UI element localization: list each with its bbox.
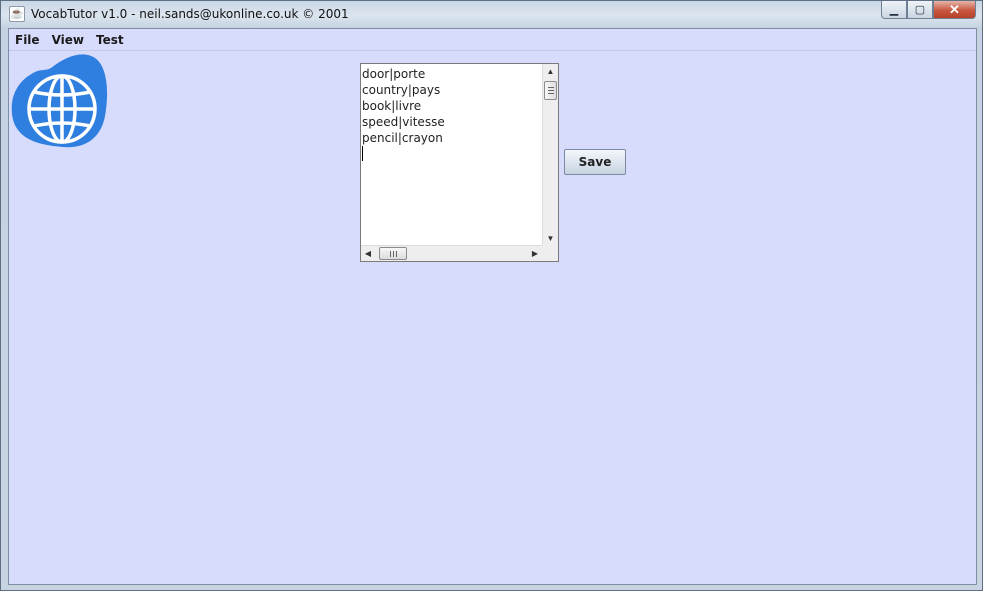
vocab-line: door|porte bbox=[362, 67, 426, 81]
title-bar[interactable]: ☕ VocabTutor v1.0 - neil.sands@ukonline.… bbox=[1, 1, 982, 27]
text-caret-line bbox=[362, 146, 542, 162]
vocab-line: country|pays bbox=[362, 83, 441, 97]
scroll-right-arrow-icon[interactable]: ▶ bbox=[528, 246, 542, 261]
vocab-text-content[interactable]: door|porte country|pays book|livre speed… bbox=[361, 64, 542, 245]
horizontal-scroll-thumb[interactable] bbox=[379, 247, 407, 260]
menu-test[interactable]: Test bbox=[96, 33, 124, 47]
close-button[interactable]: ✕ bbox=[933, 1, 976, 19]
java-app-icon[interactable]: ☕ bbox=[9, 6, 25, 22]
text-caret bbox=[362, 146, 363, 161]
vocab-line: speed|vitesse bbox=[362, 115, 445, 129]
maximize-button[interactable]: ▢ bbox=[907, 1, 933, 19]
menu-bar: File View Test bbox=[9, 29, 976, 51]
vocab-line: pencil|crayon bbox=[362, 131, 443, 145]
client-area: File View Test door|porte country|pays b… bbox=[8, 28, 977, 585]
menu-view[interactable]: View bbox=[52, 33, 84, 47]
globe-icon bbox=[11, 54, 108, 148]
close-icon: ✕ bbox=[949, 1, 960, 17]
window-controls: ▁ ▢ ✕ bbox=[881, 1, 976, 19]
vocab-line: book|livre bbox=[362, 99, 422, 113]
scroll-up-arrow-icon[interactable]: ▲ bbox=[543, 64, 558, 78]
minimize-icon: ▁ bbox=[889, 4, 899, 16]
horizontal-scrollbar[interactable]: ◀ ▶ bbox=[361, 245, 542, 261]
scroll-corner bbox=[542, 245, 558, 261]
menu-file[interactable]: File bbox=[15, 33, 40, 47]
scroll-left-arrow-icon[interactable]: ◀ bbox=[361, 246, 375, 261]
maximize-icon: ▢ bbox=[914, 4, 926, 16]
application-window: ☕ VocabTutor v1.0 - neil.sands@ukonline.… bbox=[0, 0, 983, 591]
save-button[interactable]: Save bbox=[564, 149, 626, 175]
vertical-scrollbar[interactable]: ▲ ▼ bbox=[542, 64, 558, 245]
vocab-textarea[interactable]: door|porte country|pays book|livre speed… bbox=[360, 63, 559, 262]
window-title: VocabTutor v1.0 - neil.sands@ukonline.co… bbox=[31, 7, 349, 21]
scroll-down-arrow-icon[interactable]: ▼ bbox=[543, 231, 558, 245]
vertical-scroll-thumb[interactable] bbox=[544, 81, 557, 100]
minimize-button[interactable]: ▁ bbox=[881, 1, 907, 19]
